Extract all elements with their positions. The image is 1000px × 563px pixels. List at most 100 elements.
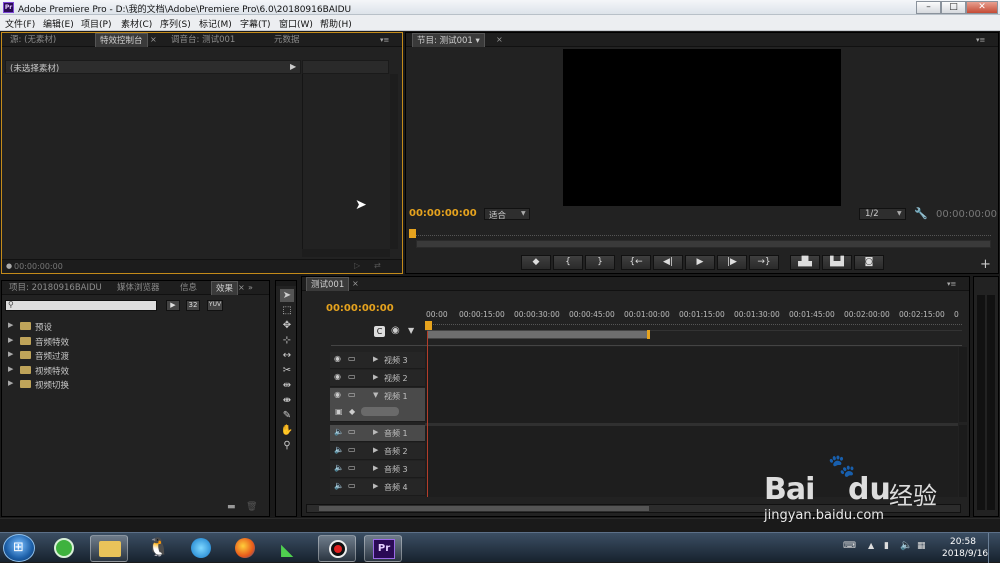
video-preview[interactable] xyxy=(563,49,841,206)
tab-close-icon[interactable]: × xyxy=(150,35,157,44)
taskbar-app-recorder[interactable] xyxy=(318,535,356,562)
taskbar-app-qq[interactable]: 🐧 xyxy=(136,535,174,562)
selection-tool-icon[interactable]: ➤ xyxy=(280,289,294,302)
keyframe-navigator[interactable] xyxy=(361,407,399,416)
sync-lock-icon[interactable]: ▭ xyxy=(348,481,356,490)
sync-lock-icon[interactable]: ▭ xyxy=(348,354,356,363)
tab-close-icon[interactable]: × xyxy=(238,283,245,292)
expand-arrow-icon[interactable]: ▶ xyxy=(373,428,378,436)
tab-close-icon[interactable]: × xyxy=(352,279,359,288)
menu-file[interactable]: 文件(F) xyxy=(5,17,35,30)
fit-dropdown[interactable]: 适合 ▼ xyxy=(484,208,530,221)
lift-button[interactable]: ▟▙ xyxy=(790,255,820,270)
audio-scrollbar[interactable] xyxy=(959,425,967,497)
keyframe-icon[interactable]: ◆ xyxy=(349,407,355,416)
taskbar-app-media[interactable] xyxy=(182,535,220,562)
maximize-button[interactable]: □ xyxy=(941,1,966,14)
expand-arrow-icon[interactable]: ▶ xyxy=(290,62,296,71)
sync-lock-icon[interactable]: ▭ xyxy=(348,372,356,381)
show-desktop-button[interactable] xyxy=(988,533,1000,563)
sync-lock-icon[interactable]: ▭ xyxy=(348,445,356,454)
ripple-edit-tool-icon[interactable]: ✥ xyxy=(280,319,294,332)
tree-item-presets[interactable]: ▶ 预设 xyxy=(2,319,264,333)
set-encore-marker-icon[interactable]: ◉ xyxy=(391,325,400,336)
tree-item-audio-transitions[interactable]: ▶ 音频过渡 xyxy=(2,348,264,362)
expand-arrow-icon[interactable]: ▶ xyxy=(373,373,378,381)
clock-time[interactable]: 20:58 xyxy=(950,537,976,547)
32bit-effects-icon[interactable]: 32 xyxy=(186,300,200,311)
tab-effects[interactable]: 效果 xyxy=(211,281,239,295)
expand-arrow-icon[interactable]: ▶ xyxy=(8,365,13,373)
expand-arrow-icon[interactable]: ▶ xyxy=(8,336,13,344)
tab-program[interactable]: 节目: 测试001 ▾ xyxy=(412,33,485,47)
tab-effect-controls[interactable]: 特效控制台 xyxy=(95,33,148,47)
expand-arrow-icon[interactable]: ▶ xyxy=(373,482,378,490)
eye-icon[interactable]: ◉ xyxy=(334,354,341,363)
tab-info[interactable]: 信息 xyxy=(176,281,201,295)
panel-menu-icon[interactable]: ▾≡ xyxy=(976,36,985,44)
taskbar-app-explorer[interactable] xyxy=(90,535,128,562)
video-scrollbar[interactable] xyxy=(959,347,967,422)
mark-out-button[interactable]: } xyxy=(585,255,615,270)
add-button-icon[interactable]: + xyxy=(980,257,991,272)
volume-icon[interactable]: 🔈 xyxy=(900,540,912,551)
menu-project[interactable]: 项目(P) xyxy=(81,17,111,30)
tab-media-browser[interactable]: 媒体浏览器 xyxy=(113,281,164,295)
taskbar-app-green[interactable]: ◣ xyxy=(272,535,310,562)
taskbar-app-firefox[interactable] xyxy=(226,535,264,562)
wrench-icon[interactable]: 🔧 xyxy=(914,207,928,220)
menu-title[interactable]: 字幕(T) xyxy=(240,17,271,30)
minimize-button[interactable]: – xyxy=(916,1,941,14)
snap-icon[interactable]: C xyxy=(374,326,385,337)
taskbar-app-360[interactable] xyxy=(45,535,83,562)
tray-expand-icon[interactable]: ▲ xyxy=(868,541,874,550)
track-select-tool-icon[interactable]: ⬚ xyxy=(280,304,294,317)
menu-edit[interactable]: 编辑(E) xyxy=(43,17,74,30)
network-icon[interactable]: ▦ xyxy=(917,541,926,551)
expand-arrow-icon[interactable]: ▶ xyxy=(8,321,13,329)
razor-tool-icon[interactable]: ✂ xyxy=(280,364,294,377)
speaker-icon[interactable]: 🔈 xyxy=(334,427,344,436)
tree-item-video-transitions[interactable]: ▶ 视频切换 xyxy=(2,377,264,391)
tab-overflow-icon[interactable]: » xyxy=(248,283,253,292)
usb-icon[interactable]: ▮ xyxy=(884,541,889,551)
scroll-thumb[interactable] xyxy=(319,506,649,511)
tab-close-icon[interactable]: × xyxy=(496,35,503,44)
taskbar-app-premiere[interactable]: Pr xyxy=(364,535,402,562)
go-to-in-button[interactable]: {← xyxy=(621,255,651,270)
menu-help[interactable]: 帮助(H) xyxy=(320,17,352,30)
display-style-icon[interactable]: ▣ xyxy=(335,407,343,416)
sync-lock-icon[interactable]: ▭ xyxy=(348,390,356,399)
panel-menu-icon[interactable]: ▾≡ xyxy=(380,36,389,44)
loop-icon[interactable]: ⇄ xyxy=(374,261,381,270)
pen-tool-icon[interactable]: ✎ xyxy=(280,409,294,422)
program-playhead[interactable] xyxy=(409,229,416,238)
expand-arrow-icon[interactable]: ▶ xyxy=(8,379,13,387)
step-forward-button[interactable]: |▶ xyxy=(717,255,747,270)
slip-tool-icon[interactable]: ⇹ xyxy=(280,379,294,392)
track-video-2[interactable]: ◉ ▭ ▶ 视频 2 xyxy=(330,370,425,387)
mark-in-button[interactable]: { xyxy=(553,255,583,270)
tab-sequence[interactable]: 测试001 xyxy=(306,277,350,291)
start-button[interactable]: ⊞ xyxy=(3,534,35,562)
expand-arrow-icon[interactable]: ▶ xyxy=(373,464,378,472)
rate-stretch-tool-icon[interactable]: ↔ xyxy=(280,349,294,362)
expand-arrow-icon[interactable]: ▶ xyxy=(373,446,378,454)
program-timecode[interactable]: 00:00:00:00 xyxy=(409,208,477,219)
sync-lock-icon[interactable]: ▭ xyxy=(348,463,356,472)
collapse-arrow-icon[interactable]: ▼ xyxy=(373,391,378,399)
tab-project[interactable]: 项目: 20180916BAIDU xyxy=(5,281,106,295)
tree-item-video-effects[interactable]: ▶ 视频特效 xyxy=(2,363,264,377)
speaker-icon[interactable]: 🔈 xyxy=(334,463,344,472)
menu-sequence[interactable]: 序列(S) xyxy=(160,17,191,30)
close-button[interactable]: ✕ xyxy=(966,1,998,14)
time-ruler[interactable]: 00:00 00:00:15:00 00:00:30:00 00:00:45:0… xyxy=(425,306,962,331)
eye-icon[interactable]: ◉ xyxy=(334,390,341,399)
marker-icon[interactable]: ▼ xyxy=(408,326,414,335)
program-ruler[interactable] xyxy=(409,230,991,236)
tab-audio-mixer[interactable]: 调音台: 测试001 xyxy=(167,33,239,47)
speaker-icon[interactable]: 🔈 xyxy=(334,481,344,490)
accelerated-effects-icon[interactable]: ▶ xyxy=(166,300,180,311)
tab-metadata[interactable]: 元数据 xyxy=(270,33,304,47)
menu-marker[interactable]: 标记(M) xyxy=(199,17,232,30)
